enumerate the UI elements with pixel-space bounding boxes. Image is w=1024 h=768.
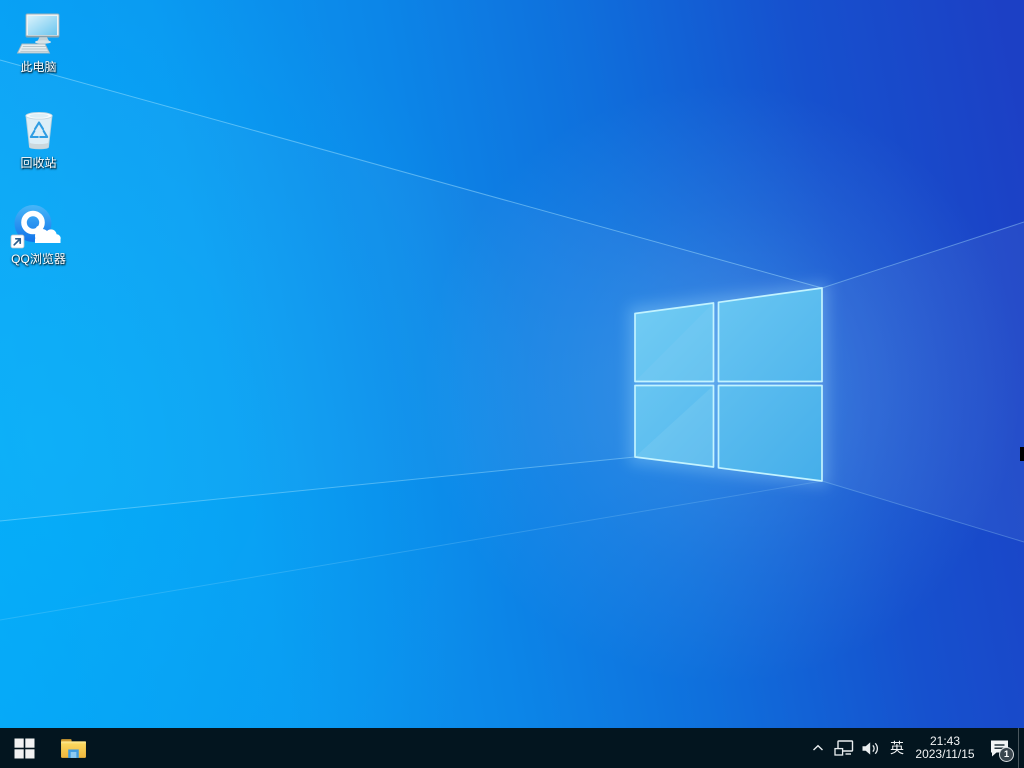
tray-overflow-button[interactable]: [806, 728, 830, 768]
taskbar-empty-area: [98, 728, 806, 768]
file-explorer-button[interactable]: [48, 728, 98, 768]
desktop-icon-label: QQ浏览器: [11, 252, 66, 266]
windows-hero-logo: [629, 282, 828, 487]
speaker-icon: [861, 741, 880, 756]
desktop-icon-this-pc[interactable]: 此电脑: [1, 8, 76, 74]
clock[interactable]: 21:43 2023/11/15: [910, 728, 980, 768]
wallpaper: [0, 0, 1024, 728]
chevron-up-icon: [812, 744, 824, 752]
language-indicator[interactable]: 英: [884, 728, 910, 768]
volume-tray-button[interactable]: [857, 728, 884, 768]
desktop-icon-qq-browser[interactable]: QQ浏览器: [1, 200, 76, 266]
start-button[interactable]: [0, 728, 48, 768]
notification-badge: 1: [999, 747, 1014, 762]
network-tray-button[interactable]: [830, 728, 857, 768]
this-pc-monitor-icon: [15, 10, 63, 58]
system-tray: 英 21:43 2023/11/15 1: [806, 728, 1024, 768]
qq-browser-icon: [10, 202, 68, 250]
desktop-icon-label: 回收站: [20, 156, 56, 170]
show-desktop-button[interactable]: [1018, 728, 1024, 768]
recycle-bin-icon: [15, 106, 63, 154]
action-center-button[interactable]: 1: [980, 728, 1018, 768]
cursor-artifact: [1020, 447, 1024, 461]
desktop: 此电脑 回收站: [0, 0, 1024, 768]
desktop-icon-recycle-bin[interactable]: 回收站: [1, 104, 76, 170]
ethernet-network-icon: [834, 740, 854, 757]
file-explorer-folder-icon: [60, 737, 87, 760]
taskbar: 英 21:43 2023/11/15 1: [0, 728, 1024, 768]
desktop-icon-label: 此电脑: [20, 60, 56, 74]
windows-logo-icon: [14, 738, 35, 759]
tray-date: 2023/11/15: [910, 748, 980, 761]
